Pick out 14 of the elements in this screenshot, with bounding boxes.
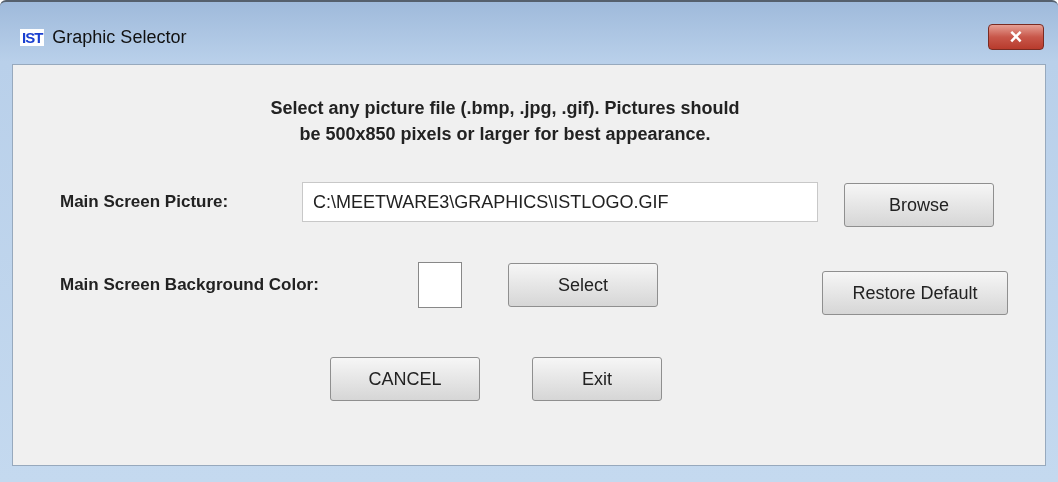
exit-button[interactable]: Exit [532,357,662,401]
picture-path-field[interactable]: C:\MEETWARE3\GRAPHICS\ISTLOGO.GIF [302,182,818,222]
app-logo: IST [20,28,45,46]
select-button[interactable]: Select [508,263,658,307]
background-color-label: Main Screen Background Color: [60,275,320,295]
close-button[interactable]: × [988,24,1044,50]
cancel-button[interactable]: CANCEL [330,357,480,401]
restore-default-button[interactable]: Restore Default [822,271,1008,315]
instruction-text: Select any picture file (.bmp, .jpg, .gif). Pictures should [269,97,741,120]
window-title: Graphic Selector [52,26,188,48]
color-swatch[interactable] [418,262,462,308]
instruction-text: be 500x850 pixels or larger for best appearance. [298,123,712,146]
browse-button[interactable]: Browse [844,183,994,227]
picture-label: Main Screen Picture: [60,192,230,212]
